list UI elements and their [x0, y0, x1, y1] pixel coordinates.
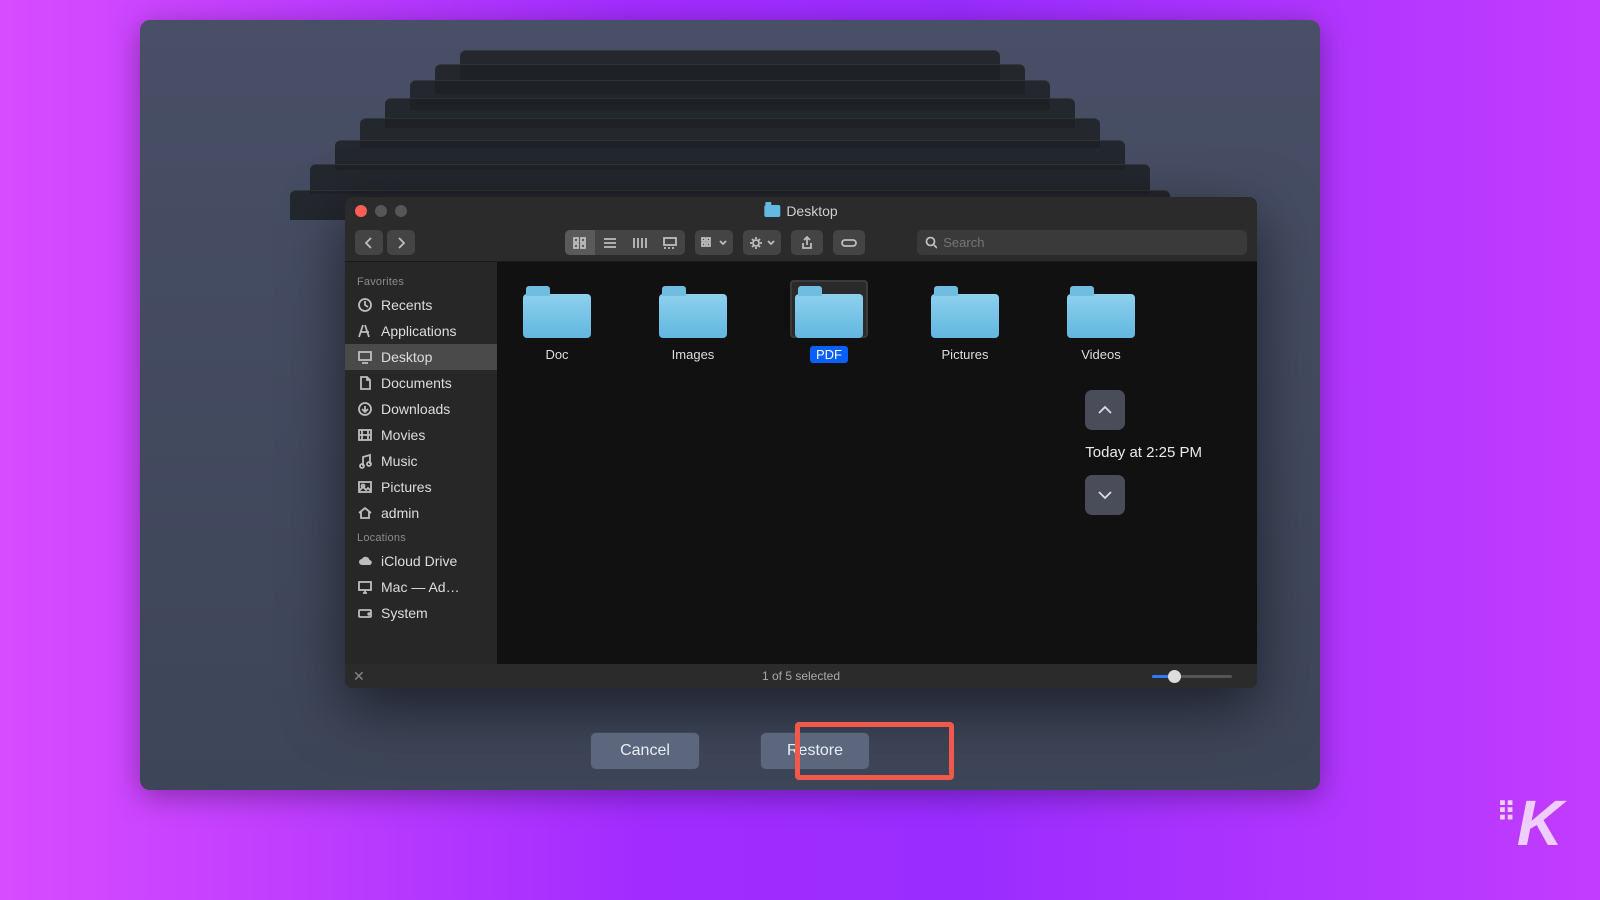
- titlebar: Desktop: [345, 197, 1257, 224]
- sidebar-fav-item-documents[interactable]: Documents: [345, 370, 497, 396]
- column-view-button[interactable]: [625, 230, 655, 255]
- tag-icon: [841, 237, 857, 249]
- group-by-button[interactable]: [695, 230, 733, 255]
- time-machine-frame: Desktop: [140, 20, 1320, 790]
- share-button[interactable]: [791, 230, 823, 255]
- folder-item-pictures[interactable]: Pictures: [925, 280, 1005, 363]
- restore-button[interactable]: Restore: [760, 732, 870, 770]
- folder-item-images[interactable]: Images: [653, 280, 733, 363]
- cloud-icon: [357, 553, 373, 569]
- tags-button[interactable]: [833, 230, 865, 255]
- folder-icon: [659, 294, 727, 338]
- downloads-icon: [357, 401, 373, 417]
- sidebar-item-label: Downloads: [381, 401, 450, 417]
- sidebar-item-label: Music: [381, 453, 418, 469]
- apps-icon: [357, 323, 373, 339]
- status-bar: ✕ 1 of 5 selected: [345, 664, 1257, 688]
- sidebar-item-label: Documents: [381, 375, 452, 391]
- folder-label: Pictures: [936, 346, 995, 363]
- folder-icon: [1067, 294, 1135, 338]
- sidebar-item-label: System: [381, 605, 428, 621]
- drive-icon: [357, 605, 373, 621]
- folder-icon: [931, 294, 999, 338]
- toolbar: [345, 224, 1257, 262]
- timeline-nav: Today at 2:25 PM: [1085, 390, 1202, 515]
- window-title: Desktop: [764, 203, 837, 219]
- sidebar-fav-item-music[interactable]: Music: [345, 448, 497, 474]
- desktop-icon: [357, 349, 373, 365]
- pictures-icon: [357, 479, 373, 495]
- minimize-window-button[interactable]: [375, 205, 387, 217]
- sidebar-fav-item-downloads[interactable]: Downloads: [345, 396, 497, 422]
- folder-icon: [523, 294, 591, 338]
- timeline-prev-button[interactable]: [1085, 390, 1125, 430]
- chevron-down-icon: [719, 239, 727, 247]
- folder-label: Images: [666, 346, 721, 363]
- folder-item-videos[interactable]: Videos: [1061, 280, 1141, 363]
- folder-item-doc[interactable]: Doc: [517, 280, 597, 363]
- list-view-button[interactable]: [595, 230, 625, 255]
- watermark: K: [1497, 786, 1560, 860]
- search-input[interactable]: [943, 235, 1239, 250]
- folder-label: PDF: [810, 346, 848, 363]
- timeline-next-button[interactable]: [1085, 475, 1125, 515]
- sidebar-item-label: admin: [381, 505, 419, 521]
- sidebar-item-label: Recents: [381, 297, 432, 313]
- sidebar-item-label: Pictures: [381, 479, 432, 495]
- sidebar-fav-item-movies[interactable]: Movies: [345, 422, 497, 448]
- folder-label: Videos: [1075, 346, 1127, 363]
- forward-button[interactable]: [387, 230, 415, 255]
- folder-item-pdf[interactable]: PDF: [789, 280, 869, 363]
- sidebar-fav-item-recents[interactable]: Recents: [345, 292, 497, 318]
- display-icon: [357, 579, 373, 595]
- share-icon: [800, 236, 814, 250]
- traffic-lights: [355, 205, 407, 217]
- movies-icon: [357, 427, 373, 443]
- gallery-view-button[interactable]: [655, 230, 685, 255]
- sidebar-item-label: Applications: [381, 323, 457, 339]
- sidebar-fav-item-desktop[interactable]: Desktop: [345, 344, 497, 370]
- sidebar-item-label: iCloud Drive: [381, 553, 457, 569]
- sidebar-loc-item-system[interactable]: System: [345, 600, 497, 626]
- close-quicklook-button[interactable]: ✕: [353, 668, 365, 685]
- search-icon: [925, 236, 937, 249]
- locations-header: Locations: [345, 526, 497, 548]
- sidebar-item-label: Movies: [381, 427, 425, 443]
- back-button[interactable]: [355, 230, 383, 255]
- search-field[interactable]: [917, 230, 1247, 255]
- chevron-down-icon: [767, 239, 775, 247]
- close-window-button[interactable]: [355, 205, 367, 217]
- favorites-header: Favorites: [345, 270, 497, 292]
- folder-icon: [764, 205, 780, 217]
- bottom-bar: Cancel Restore: [590, 732, 870, 770]
- sidebar-fav-item-admin[interactable]: admin: [345, 500, 497, 526]
- documents-icon: [357, 375, 373, 391]
- view-mode-segmented: [565, 230, 685, 255]
- sidebar-loc-item-icloud-drive[interactable]: iCloud Drive: [345, 548, 497, 574]
- clock-icon: [357, 297, 373, 313]
- chevron-down-icon: [1097, 488, 1113, 502]
- folder-label: Doc: [539, 346, 574, 363]
- sidebar-item-label: Mac — Ad…: [381, 579, 460, 595]
- window-title-text: Desktop: [786, 203, 837, 219]
- sidebar-item-label: Desktop: [381, 349, 432, 365]
- sidebar-fav-item-pictures[interactable]: Pictures: [345, 474, 497, 500]
- folder-icon: [795, 294, 863, 338]
- music-icon: [357, 453, 373, 469]
- timeline-label: Today at 2:25 PM: [1085, 444, 1202, 461]
- sidebar-fav-item-applications[interactable]: Applications: [345, 318, 497, 344]
- cancel-button[interactable]: Cancel: [590, 732, 700, 770]
- action-menu-button[interactable]: [743, 230, 781, 255]
- sidebar-loc-item-mac-ad-[interactable]: Mac — Ad…: [345, 574, 497, 600]
- house-icon: [357, 505, 373, 521]
- icon-view-button[interactable]: [565, 230, 595, 255]
- chevron-up-icon: [1097, 403, 1113, 417]
- zoom-window-button[interactable]: [395, 205, 407, 217]
- gear-icon: [749, 236, 763, 250]
- zoom-slider[interactable]: [1152, 675, 1247, 678]
- selection-status: 1 of 5 selected: [762, 669, 840, 683]
- sidebar: Favorites Recents Applications Desktop Docu…: [345, 262, 497, 664]
